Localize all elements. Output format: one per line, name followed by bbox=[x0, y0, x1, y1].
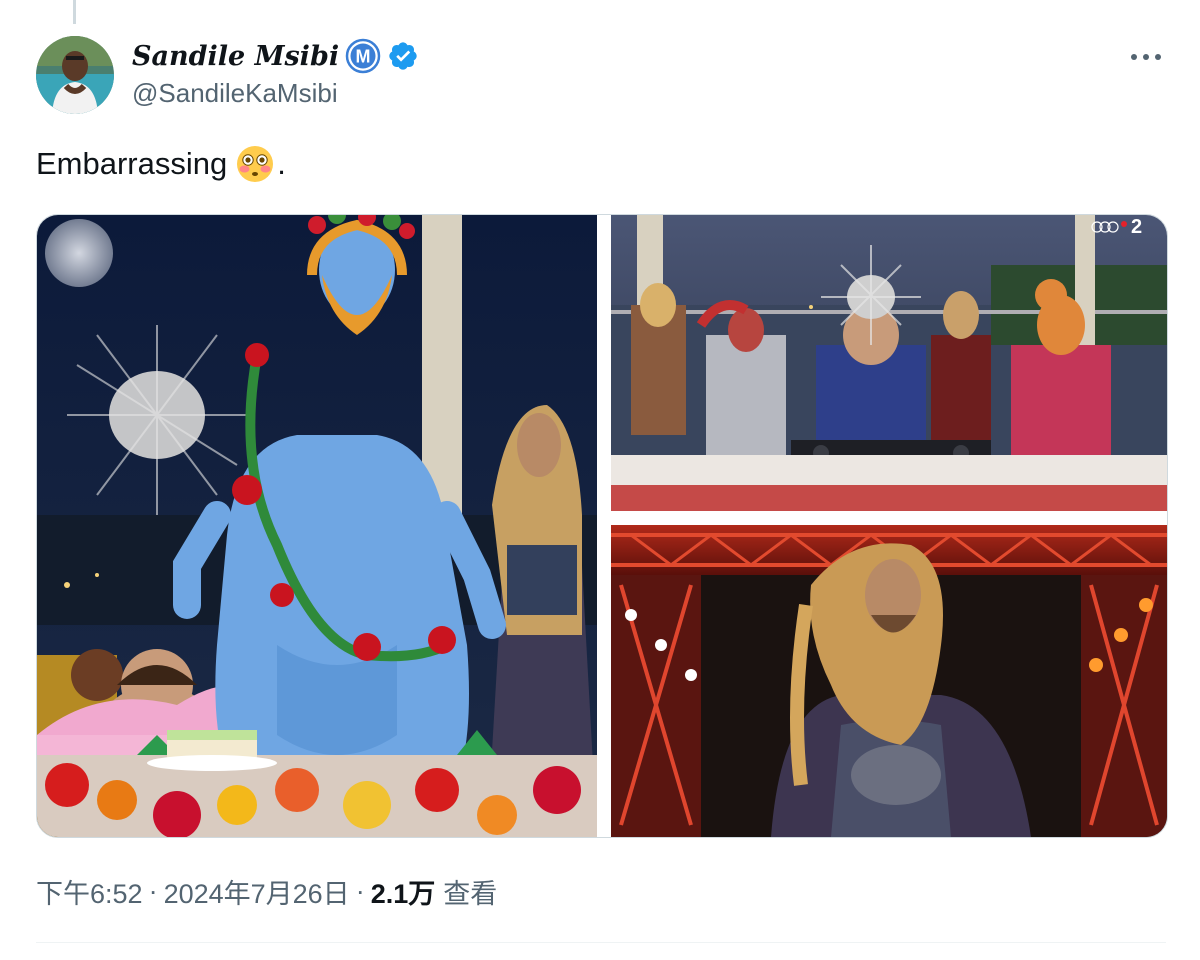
media-photo-top-right[interactable]: 2 bbox=[611, 215, 1167, 511]
name-row: Sandile Msibi M bbox=[132, 38, 419, 74]
media-grid: 2 bbox=[36, 214, 1168, 838]
tweet-header: Sandile Msibi M @SandileKaMsibi bbox=[36, 36, 1166, 116]
avatar[interactable] bbox=[36, 36, 114, 114]
meta-separator-2: · bbox=[355, 876, 365, 906]
flushed-face-icon bbox=[235, 144, 275, 184]
bottom-divider bbox=[36, 942, 1166, 943]
author-display-name[interactable]: Sandile Msibi bbox=[132, 41, 339, 72]
tweet-date[interactable]: 2024年7月26日 bbox=[164, 872, 350, 911]
verified-check-icon[interactable] bbox=[387, 40, 419, 72]
more-dots-icon bbox=[1131, 54, 1161, 60]
views-label: 查看 bbox=[443, 879, 498, 909]
tweet-text-trailing: . bbox=[277, 146, 286, 181]
affiliate-badge-letter: M bbox=[356, 47, 371, 67]
tweet-meta: 下午6:52 · 2024年7月26日 · 2.1万 查看 bbox=[36, 872, 497, 911]
thread-connector-line bbox=[73, 0, 76, 24]
channel-logo-text: 2 bbox=[1131, 216, 1142, 238]
more-options-button[interactable] bbox=[1126, 42, 1166, 72]
affiliate-m-icon[interactable]: M bbox=[345, 38, 381, 74]
media-photo-left[interactable] bbox=[37, 215, 597, 837]
tweet-text-body: Embarrassing bbox=[36, 146, 228, 181]
tweet-time[interactable]: 下午6:52 bbox=[36, 872, 143, 911]
tweet-text: Embarrassing . bbox=[36, 144, 286, 184]
meta-separator: · bbox=[148, 876, 158, 906]
media-photo-bottom-right[interactable] bbox=[611, 525, 1167, 837]
views-count: 2.1万 bbox=[370, 879, 436, 909]
author-handle[interactable]: @SandileKaMsibi bbox=[132, 78, 338, 109]
